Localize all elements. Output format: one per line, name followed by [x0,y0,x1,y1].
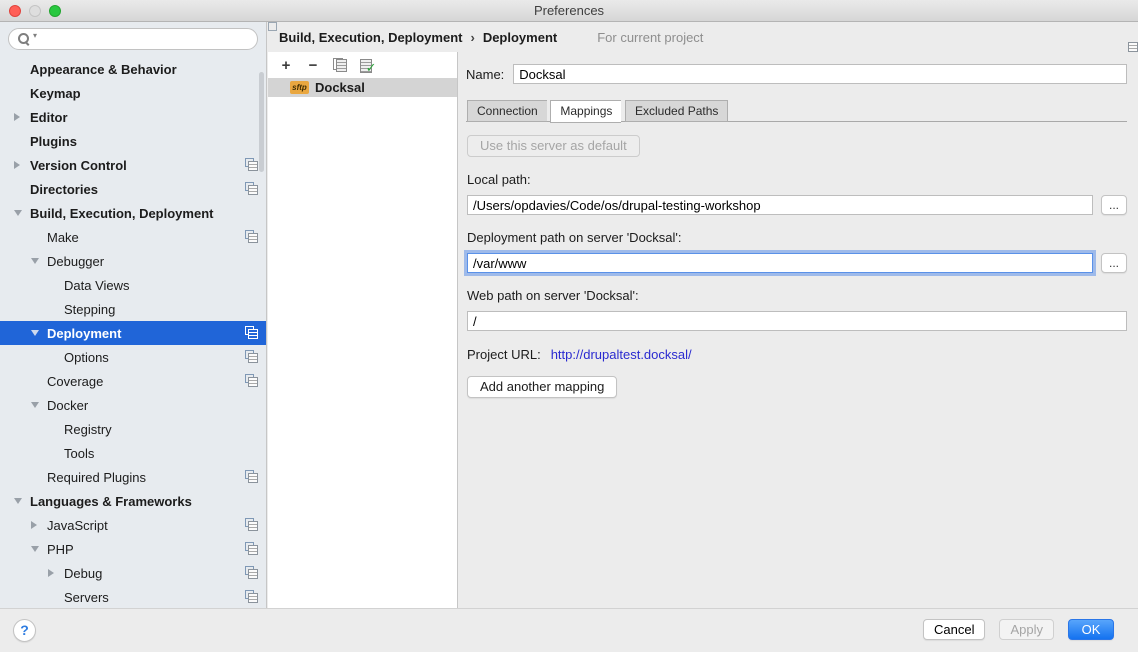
project-scope-icon [245,350,258,363]
preferences-window: Preferences ▾ Appearance & Behavior Keym… [0,0,1138,652]
project-scope-icon [245,374,258,387]
sidebar-item-options[interactable]: Options [0,345,266,369]
chevron-down-icon[interactable] [31,258,39,264]
name-label: Name: [466,67,504,82]
sidebar-item-stepping[interactable]: Stepping [0,297,266,321]
deployment-path-input[interactable] [467,253,1093,273]
project-scope-icon [245,470,258,483]
add-server-button[interactable]: + [278,57,294,73]
scope-hint-label: For current project [597,30,703,45]
sidebar-item-plugins[interactable]: Plugins [0,129,266,153]
sidebar-item-docker[interactable]: Docker [0,393,266,417]
settings-sidebar: ▾ Appearance & Behavior Keymap Editor Pl… [0,22,267,608]
server-name-label: Docksal [315,80,365,95]
project-scope-icon [245,158,258,171]
check-icon [360,58,375,73]
chevron-right-icon[interactable] [31,521,37,529]
server-list-panel: + − sftp Docksal [268,52,458,608]
sidebar-item-required-plugins[interactable]: Required Plugins [0,465,266,489]
project-scope-icon [245,182,258,195]
sidebar-item-appearance-behavior[interactable]: Appearance & Behavior [0,57,266,81]
deployment-path-label: Deployment path on server 'Docksal': [467,230,1127,245]
sidebar-item-build-execution-deployment[interactable]: Build, Execution, Deployment [0,201,266,225]
project-scope-icon [245,230,258,243]
sidebar-item-deployment[interactable]: Deployment [0,321,266,345]
sidebar-item-php[interactable]: PHP [0,537,266,561]
chevron-right-icon[interactable] [14,161,20,169]
copy-icon [333,58,347,72]
sidebar-item-servers[interactable]: Servers [0,585,266,608]
search-icon [17,32,31,46]
cancel-button[interactable]: Cancel [923,619,985,640]
chevron-right-icon[interactable] [14,113,20,121]
title-bar: Preferences [0,0,1138,22]
server-list-toolbar: + − [268,52,457,78]
web-path-input[interactable] [467,311,1127,331]
server-name-input[interactable] [513,64,1127,84]
deployment-detail-panel: Name: Connection Mappings Excluded Paths… [459,52,1138,608]
remove-server-button[interactable]: − [305,57,321,73]
sidebar-item-debug[interactable]: Debug [0,561,266,585]
chevron-right-icon[interactable] [48,569,54,577]
settings-tree: Appearance & Behavior Keymap Editor Plug… [0,57,266,608]
breadcrumb-separator: › [470,30,474,45]
local-path-label: Local path: [467,172,1127,187]
breadcrumb-section[interactable]: Build, Execution, Deployment [279,30,462,45]
tab-excluded-paths[interactable]: Excluded Paths [625,100,728,122]
scope-hint: For current project [579,30,703,45]
sidebar-item-editor[interactable]: Editor [0,105,266,129]
duplicate-server-icon[interactable] [332,57,348,73]
local-path-input[interactable] [467,195,1093,215]
chevron-down-icon[interactable] [31,402,39,408]
server-list-item-docksal[interactable]: sftp Docksal [268,78,457,97]
web-path-label: Web path on server 'Docksal': [467,288,1127,303]
sidebar-item-registry[interactable]: Registry [0,417,266,441]
project-url-link[interactable]: http://drupaltest.docksal/ [551,347,692,362]
project-scope-icon [245,566,258,579]
sidebar-item-data-views[interactable]: Data Views [0,273,266,297]
use-server-as-default-icon[interactable] [359,57,375,73]
tab-connection[interactable]: Connection [467,100,547,122]
window-title: Preferences [0,0,1138,22]
chevron-down-icon[interactable] [31,546,39,552]
sidebar-item-coverage[interactable]: Coverage [0,369,266,393]
browse-deployment-path-button[interactable]: ... [1101,253,1127,273]
browse-local-path-button[interactable]: ... [1101,195,1127,215]
project-scope-icon [579,31,592,44]
project-scope-icon [245,542,258,555]
chevron-down-icon[interactable] [14,210,22,216]
settings-search-input[interactable] [8,28,258,50]
ok-button[interactable]: OK [1068,619,1114,640]
apply-button: Apply [999,619,1054,640]
add-another-mapping-button[interactable]: Add another mapping [467,376,617,398]
breadcrumb-page: Deployment [483,30,557,45]
sftp-server-icon: sftp [290,81,309,94]
project-scope-icon [245,590,258,603]
tab-mappings[interactable]: Mappings [550,100,621,123]
help-button[interactable]: ? [13,619,36,642]
use-this-server-as-default-button: Use this server as default [467,135,640,157]
mappings-pane: Use this server as default Local path: .… [466,122,1127,398]
chevron-down-icon[interactable] [31,330,39,336]
sidebar-item-directories[interactable]: Directories [0,177,266,201]
sidebar-item-version-control[interactable]: Version Control [0,153,266,177]
sidebar-item-make[interactable]: Make [0,225,266,249]
sidebar-item-languages-frameworks[interactable]: Languages & Frameworks [0,489,266,513]
dialog-footer: ? Cancel Apply OK [0,608,1138,652]
project-url-label: Project URL: [467,347,541,362]
breadcrumb: Build, Execution, Deployment › Deploymen… [268,22,1138,52]
chevron-down-icon[interactable] [14,498,22,504]
sidebar-item-tools[interactable]: Tools [0,441,266,465]
search-filter-caret-icon[interactable]: ▾ [33,31,37,40]
project-scope-icon [245,518,258,531]
server-tabs: Connection Mappings Excluded Paths [466,100,1127,122]
sidebar-item-debugger[interactable]: Debugger [0,249,266,273]
project-scope-icon [245,326,258,339]
sidebar-item-javascript[interactable]: JavaScript [0,513,266,537]
sidebar-item-keymap[interactable]: Keymap [0,81,266,105]
